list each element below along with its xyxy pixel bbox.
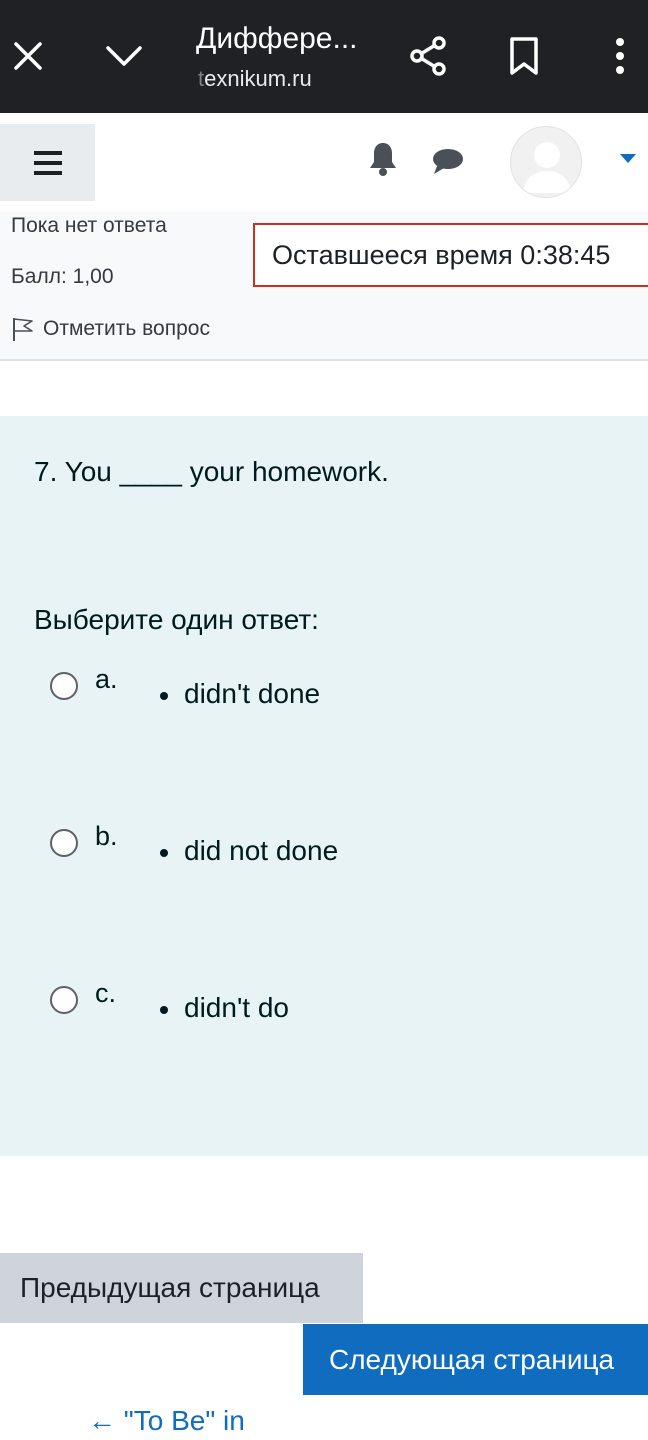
bullet-icon [160, 849, 168, 857]
option-answer: did not done [184, 835, 339, 866]
radio-button-c[interactable] [50, 986, 78, 1014]
answer-option-c[interactable]: c. didn't do [50, 978, 630, 1038]
share-icon[interactable] [402, 28, 454, 84]
close-icon[interactable] [4, 28, 52, 84]
option-letter: a. [95, 664, 118, 694]
back-activity-link[interactable]: ← "To Be" in [88, 1405, 245, 1437]
chat-icon[interactable] [428, 143, 468, 179]
flag-icon [11, 316, 35, 342]
chevron-down-icon[interactable] [98, 28, 150, 84]
option-letter: b. [95, 821, 118, 851]
hamburger-icon[interactable] [0, 124, 95, 201]
site-navbar [0, 113, 648, 211]
bell-icon[interactable] [364, 139, 402, 179]
question-info-panel: Пока нет ответа Балл: 1,00 Отметить вопр… [0, 211, 648, 361]
answer-option-a[interactable]: a. didn't done [50, 664, 630, 724]
previous-page-button[interactable]: Предыдущая страница [0, 1253, 363, 1323]
question-grade: Балл: 1,00 [11, 265, 114, 288]
option-answer: didn't done [184, 678, 321, 709]
browser-top-bar: Диффере... texnikum.ru [0, 0, 648, 113]
quiz-timer: Оставшееся время 0:38:45 [253, 223, 648, 287]
option-answer: didn't do [184, 992, 289, 1023]
answer-prompt: Выберите один ответ: [34, 604, 319, 635]
bookmark-icon[interactable] [500, 28, 548, 84]
bullet-icon [160, 1006, 168, 1014]
page-url: texnikum.ru [198, 66, 312, 92]
answer-option-b[interactable]: b. did not done [50, 821, 630, 881]
question-state: Пока нет ответа [11, 214, 167, 237]
flag-question-label: Отметить вопрос [43, 317, 210, 340]
option-letter: c. [95, 978, 117, 1008]
question-content: 7. You ____ your homework. Выберите один… [0, 416, 648, 1156]
user-avatar[interactable] [510, 126, 582, 198]
bullet-icon [160, 692, 168, 700]
question-text: 7. You ____ your homework. [34, 456, 389, 487]
url-domain: exnikum.ru [204, 66, 312, 91]
caret-down-icon[interactable] [618, 151, 638, 165]
page-title: Диффере... [196, 22, 358, 55]
radio-button-b[interactable] [50, 829, 78, 857]
next-page-button[interactable]: Следующая страница [303, 1324, 648, 1395]
flag-question-link[interactable]: Отметить вопрос [11, 316, 210, 342]
more-vert-icon[interactable] [598, 28, 642, 84]
radio-button-a[interactable] [50, 672, 78, 700]
